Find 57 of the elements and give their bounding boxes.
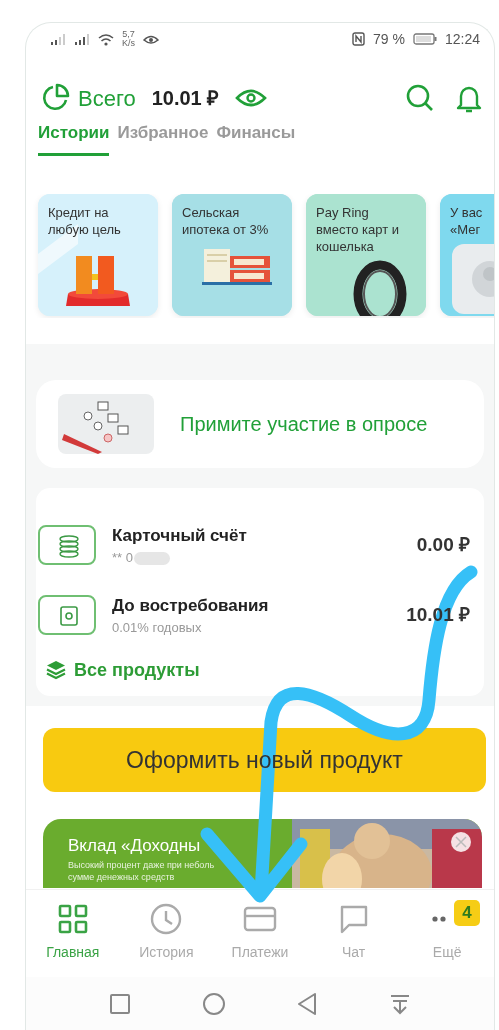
story-title: У вас «Мег (450, 204, 483, 238)
chat-icon (338, 904, 369, 934)
clock-time: 12:24 (444, 29, 480, 49)
survey-card[interactable]: Примите участие в опросе (36, 380, 484, 468)
all-products-link[interactable]: Все продукты (74, 656, 200, 684)
wifi-icon (98, 32, 114, 46)
story-card[interactable]: У вас «Мег (440, 194, 494, 316)
close-icon[interactable] (450, 831, 472, 853)
nav-tab[interactable]: Чат (306, 890, 401, 977)
network-speed: 5,7 (122, 30, 135, 39)
total-label: Всего (78, 84, 136, 113)
account-detail: 0.01% годовых (112, 620, 202, 635)
layers-icon (46, 660, 66, 680)
story-title: Кредит на любую цель (48, 204, 121, 238)
coins-icon (38, 525, 96, 565)
more-icon (432, 916, 447, 922)
speed-unit: K/s (122, 39, 135, 48)
battery-icon (412, 33, 437, 45)
banner-text: Высокий процент даже при неболь (68, 858, 215, 871)
survey-link[interactable]: Примите участие в опросе (180, 409, 428, 439)
total-amount: 10.01 ₽ (151, 86, 220, 111)
signal-icon (74, 33, 90, 45)
promo-banner[interactable]: Вклад «Доходны Высокий процент даже при неболь сумме денежных средств (43, 819, 482, 888)
clock-icon (150, 903, 183, 935)
grid-icon (57, 904, 88, 934)
story-card[interactable]: Кредит на любую цель (38, 194, 158, 316)
account-balance: 0.00 ₽ (416, 532, 470, 557)
account-name[interactable]: До востребования (112, 592, 269, 618)
story-title: Сельская ипотека от 3% (182, 204, 269, 238)
safe-icon (38, 595, 96, 635)
nav-tab[interactable]: Платежи (213, 890, 307, 977)
nav-tab[interactable]: Главная (26, 890, 120, 977)
signal-icon (50, 33, 66, 45)
story-title: Pay Ring вместо карт и кошелька (316, 204, 400, 255)
tab[interactable]: Финансы (216, 119, 296, 156)
story-card[interactable]: Pay Ring вместо карт и кошелька (306, 194, 426, 316)
search-icon[interactable] (406, 84, 434, 112)
battery-percent: 79 % (373, 29, 405, 49)
eye-icon (143, 33, 159, 45)
banner-title: Вклад «Доходны (68, 835, 201, 857)
card-icon (243, 906, 277, 932)
count-badge: 4 (453, 900, 480, 926)
tab[interactable]: Избранное (117, 119, 209, 156)
pie-chart-icon (40, 83, 70, 113)
notification-pull-icon[interactable] (388, 993, 411, 1015)
nav-tab[interactable]: История (119, 890, 214, 977)
tab[interactable]: Истории (38, 119, 110, 156)
back-icon[interactable] (296, 992, 319, 1016)
square-icon[interactable] (109, 993, 132, 1015)
eye-icon[interactable] (235, 87, 268, 109)
home-circle-icon[interactable] (201, 992, 226, 1016)
account-detail: ** 0 (112, 550, 133, 565)
nav-tab[interactable]: Ещё 4 (400, 890, 494, 977)
banner-text: сумме денежных средств (68, 870, 175, 883)
nfc-icon (352, 32, 366, 46)
account-name[interactable]: Карточный счёт (112, 522, 247, 548)
story-card[interactable]: Сельская ипотека от 3% (172, 194, 292, 316)
